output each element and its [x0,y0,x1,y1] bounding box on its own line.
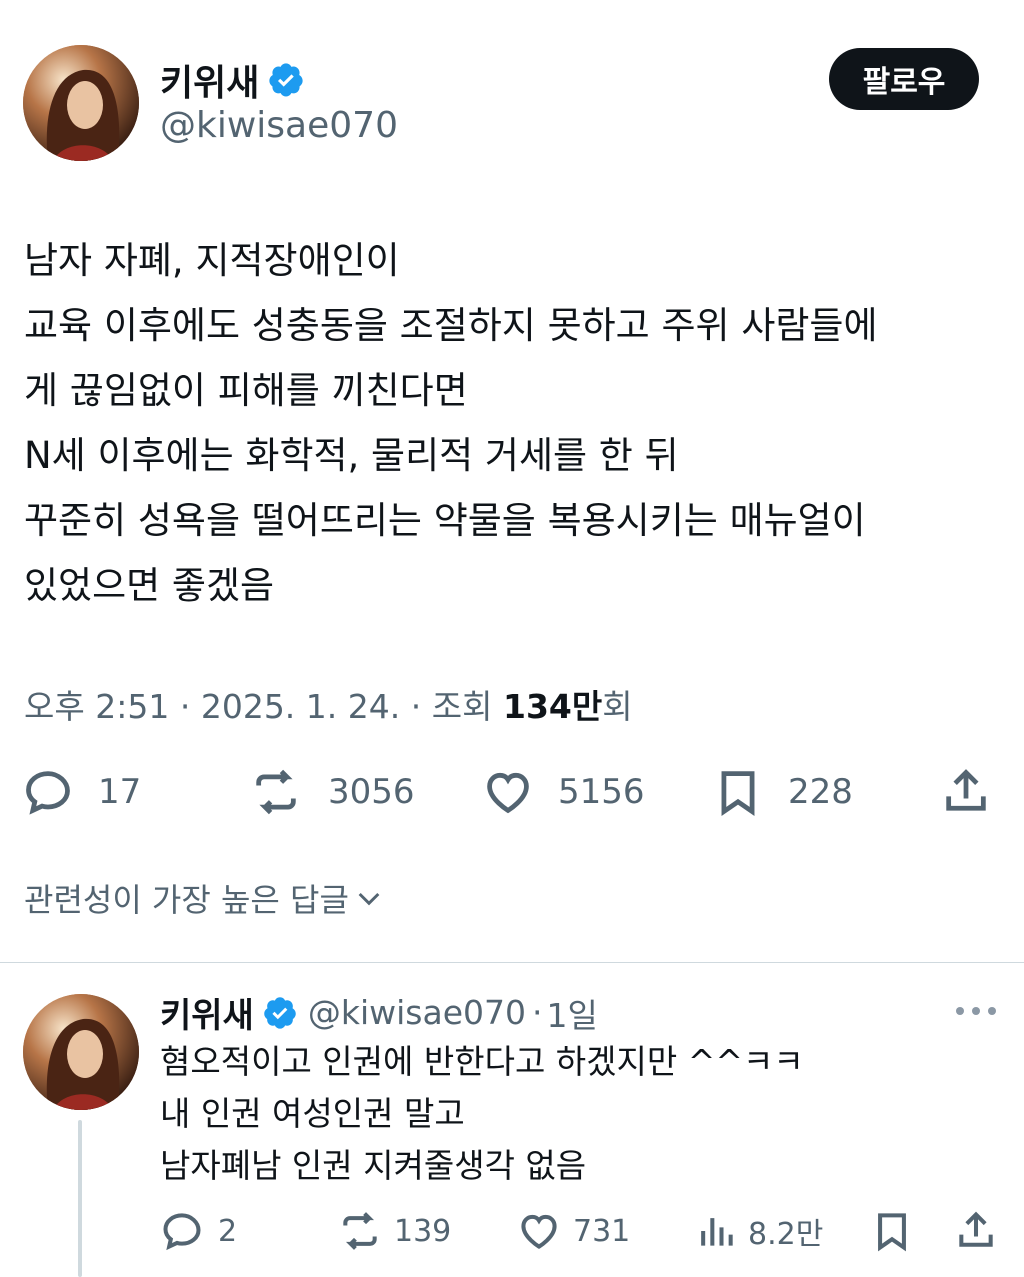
bookmark-icon [878,1213,906,1252]
heart-icon [521,1214,557,1249]
reply-header: 키위새 @kiwisae070 · 1일 [160,988,598,1037]
reply-button[interactable]: 17 [22,766,141,818]
tweet-text-line: 남자 자폐, 지적장애인이 [24,239,400,282]
reply-text-line: 내 인권 여성인권 말고 [160,1094,465,1133]
follow-button[interactable]: 팔로우 [829,48,979,110]
reply-like-button[interactable]: 731 [517,1209,630,1253]
reply-sort-label: 관련성이 가장 높은 답글 [24,881,349,919]
reply-like-count: 731 [573,1213,631,1249]
reply-icon [163,1213,201,1251]
meta-separator: · [179,687,191,726]
reply-reply-button[interactable]: 2 [160,1209,237,1253]
reply-author-handle[interactable]: @kiwisae070 [308,993,526,1032]
reply-text-line: 남자폐남 인권 지켜줄생각 없음 [160,1146,587,1185]
tweet-date[interactable]: 2025. 1. 24. [201,687,400,726]
tweet-text-line: 꾸준히 성욕을 떨어뜨리는 약물을 복용시키는 매뉴얼이 [24,499,866,542]
bookmark-icon [721,771,755,817]
reply-views-count: 8.2만 [748,1217,824,1252]
reply-author-avatar[interactable] [23,994,139,1110]
views-count: 134만 [502,687,603,726]
verified-badge-icon [269,63,303,97]
share-icon [959,1211,993,1247]
reply-text: 혐오적이고 인권에 반한다고 하겠지만 ^^ㅋㅋ 내 인권 여성인권 말고 남자… [160,1036,804,1192]
reply-retweet-count: 139 [394,1213,452,1249]
like-count: 5156 [558,772,645,812]
retweet-icon [343,1212,377,1250]
reply-sort-selector[interactable]: 관련성이 가장 높은 답글 [24,875,385,921]
views-suffix: 회 [602,687,633,726]
like-button[interactable]: 5156 [482,766,645,818]
chevron-down-icon [358,892,380,906]
retweet-icon [256,769,296,815]
tweet-meta: 오후 2:51 · 2025. 1. 24. · 조회 134만회 [24,680,633,728]
author-handle[interactable]: @kiwisae070 [160,105,398,146]
reply-views-button[interactable]: 8.2만 [694,1209,823,1253]
reply-time[interactable]: 1일 [547,989,598,1037]
tweet-text: 남자 자폐, 지적장애인이 교육 이후에도 성충동을 조절하지 못하고 주위 사… [24,228,1004,618]
reply-retweet-button[interactable]: 139 [338,1209,451,1253]
tweet-text-line: N세 이후에는 화학적, 물리적 거세를 한 뒤 [24,434,679,477]
reply-reply-count: 2 [218,1213,238,1249]
views-chart-icon [701,1218,733,1246]
reply-share-button[interactable] [954,1209,998,1253]
author-avatar[interactable] [23,45,139,161]
reply-bookmark-button[interactable] [870,1209,914,1253]
bookmark-button[interactable]: 228 [712,766,853,818]
meta-separator: · [532,993,543,1032]
tweet-text-line: 게 끊임없이 피해를 끼친다면 [24,369,468,412]
bookmark-count: 228 [788,772,853,812]
verified-badge-icon [264,996,296,1029]
retweet-button[interactable]: 3056 [250,766,415,818]
reply-icon [26,771,70,815]
tweet-text-line: 있었으면 좋겠음 [24,564,275,607]
reply-author-name[interactable]: 키위새 [160,988,254,1037]
divider [0,962,1024,963]
retweet-count: 3056 [328,772,415,812]
reply-count: 17 [98,772,142,812]
tweet-time[interactable]: 오후 2:51 [24,687,169,726]
author-name[interactable]: 키위새 [160,54,259,106]
tweet-text-line: 교육 이후에도 성충동을 조절하지 못하고 주위 사람들에 [24,304,878,347]
reply-text-line: 혐오적이고 인권에 반한다고 하겠지만 ^^ㅋㅋ [160,1042,804,1081]
thread-line [78,1120,82,1277]
heart-icon [487,772,529,814]
more-icon[interactable] [956,996,996,1026]
author-name-row: 키위새 [160,54,305,106]
share-icon [946,769,986,811]
share-button[interactable] [940,766,992,818]
views-label: 조회 [431,687,493,726]
meta-separator: · [410,687,422,726]
